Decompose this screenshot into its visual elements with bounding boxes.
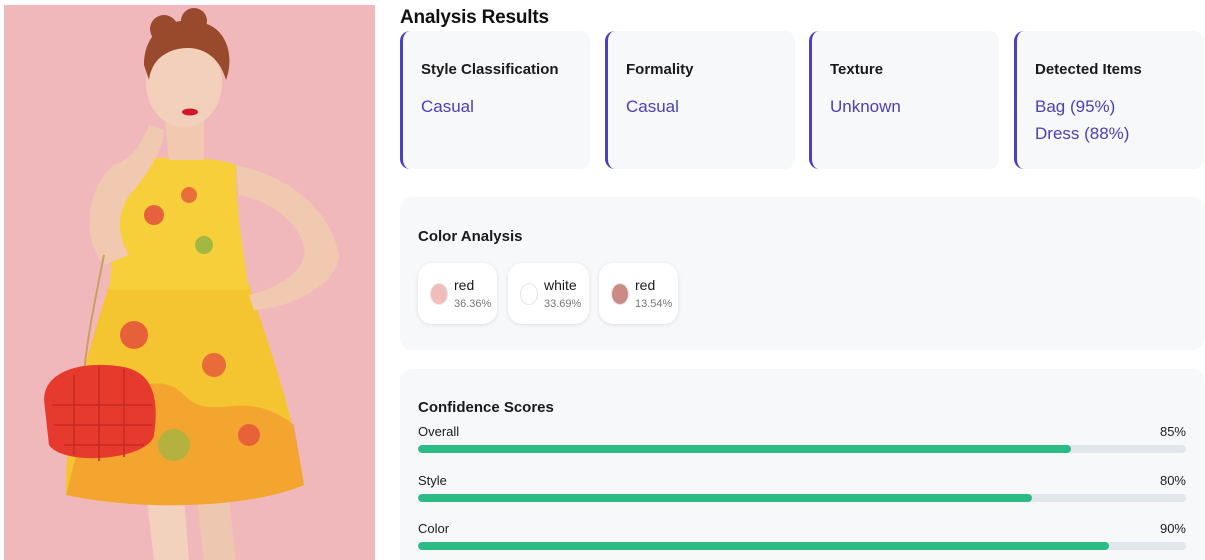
card-label: Texture [830,61,884,78]
color-analysis-panel: Color Analysis red 36.36% white 33.69% r… [400,197,1205,350]
analysis-results-panel: Analysis Results Style Classification Ca… [400,0,1205,560]
card-value: Casual [626,93,679,120]
detected-item: Bag (95%) [1035,97,1116,116]
color-swatch [611,283,629,305]
card-value-line: Unknown [830,97,901,116]
color-name: red [635,277,656,293]
score-label: Color [418,521,450,536]
card-detected-items: Detected Items Bag (95%) Dress (88%) [1014,31,1204,169]
color-name: white [544,277,577,293]
card-formality: Formality Casual [605,31,795,169]
score-row-style: Style 80% [418,473,1186,503]
score-percent: 80% [1159,473,1186,488]
card-texture: Texture Unknown [809,31,999,169]
score-row-overall: Overall 85% [418,424,1186,454]
confidence-scores-panel: Confidence Scores Overall 85% Style 80% … [400,369,1205,560]
card-label: Formality [626,61,694,78]
score-bar [418,445,1071,453]
color-percent: 13.54% [635,298,673,310]
color-chip: red 13.54% [599,263,678,324]
score-bar [418,542,1110,550]
confidence-scores-title: Confidence Scores [418,399,554,416]
card-value: Unknown [830,93,901,120]
score-bar [418,494,1033,502]
score-percent: 90% [1159,521,1186,536]
card-label: Detected Items [1035,61,1142,78]
score-percent: 85% [1159,424,1186,439]
score-label: Style [418,473,447,488]
color-swatch [430,283,448,305]
model-illustration [4,5,375,560]
color-name: red [454,277,475,293]
card-style-classification: Style Classification Casual [400,31,590,169]
score-row-color: Color 90% [418,521,1186,551]
color-percent: 33.69% [544,298,582,310]
color-chip: red 36.36% [418,263,497,324]
card-value-line: Casual [421,97,474,116]
card-value-line: Casual [626,97,679,116]
fashion-photo [4,5,375,560]
card-value: Casual [421,93,474,120]
score-track [418,542,1186,550]
color-swatch [520,283,538,305]
color-chip: white 33.69% [508,263,589,324]
score-track [418,445,1186,453]
results-title: Analysis Results [400,7,549,28]
card-value: Bag (95%) Dress (88%) [1035,93,1129,147]
detected-item: Dress (88%) [1035,124,1130,143]
color-analysis-title: Color Analysis [418,228,523,245]
card-label: Style Classification [421,61,559,78]
color-percent: 36.36% [454,298,492,310]
score-track [418,494,1186,502]
score-label: Overall [418,424,460,439]
